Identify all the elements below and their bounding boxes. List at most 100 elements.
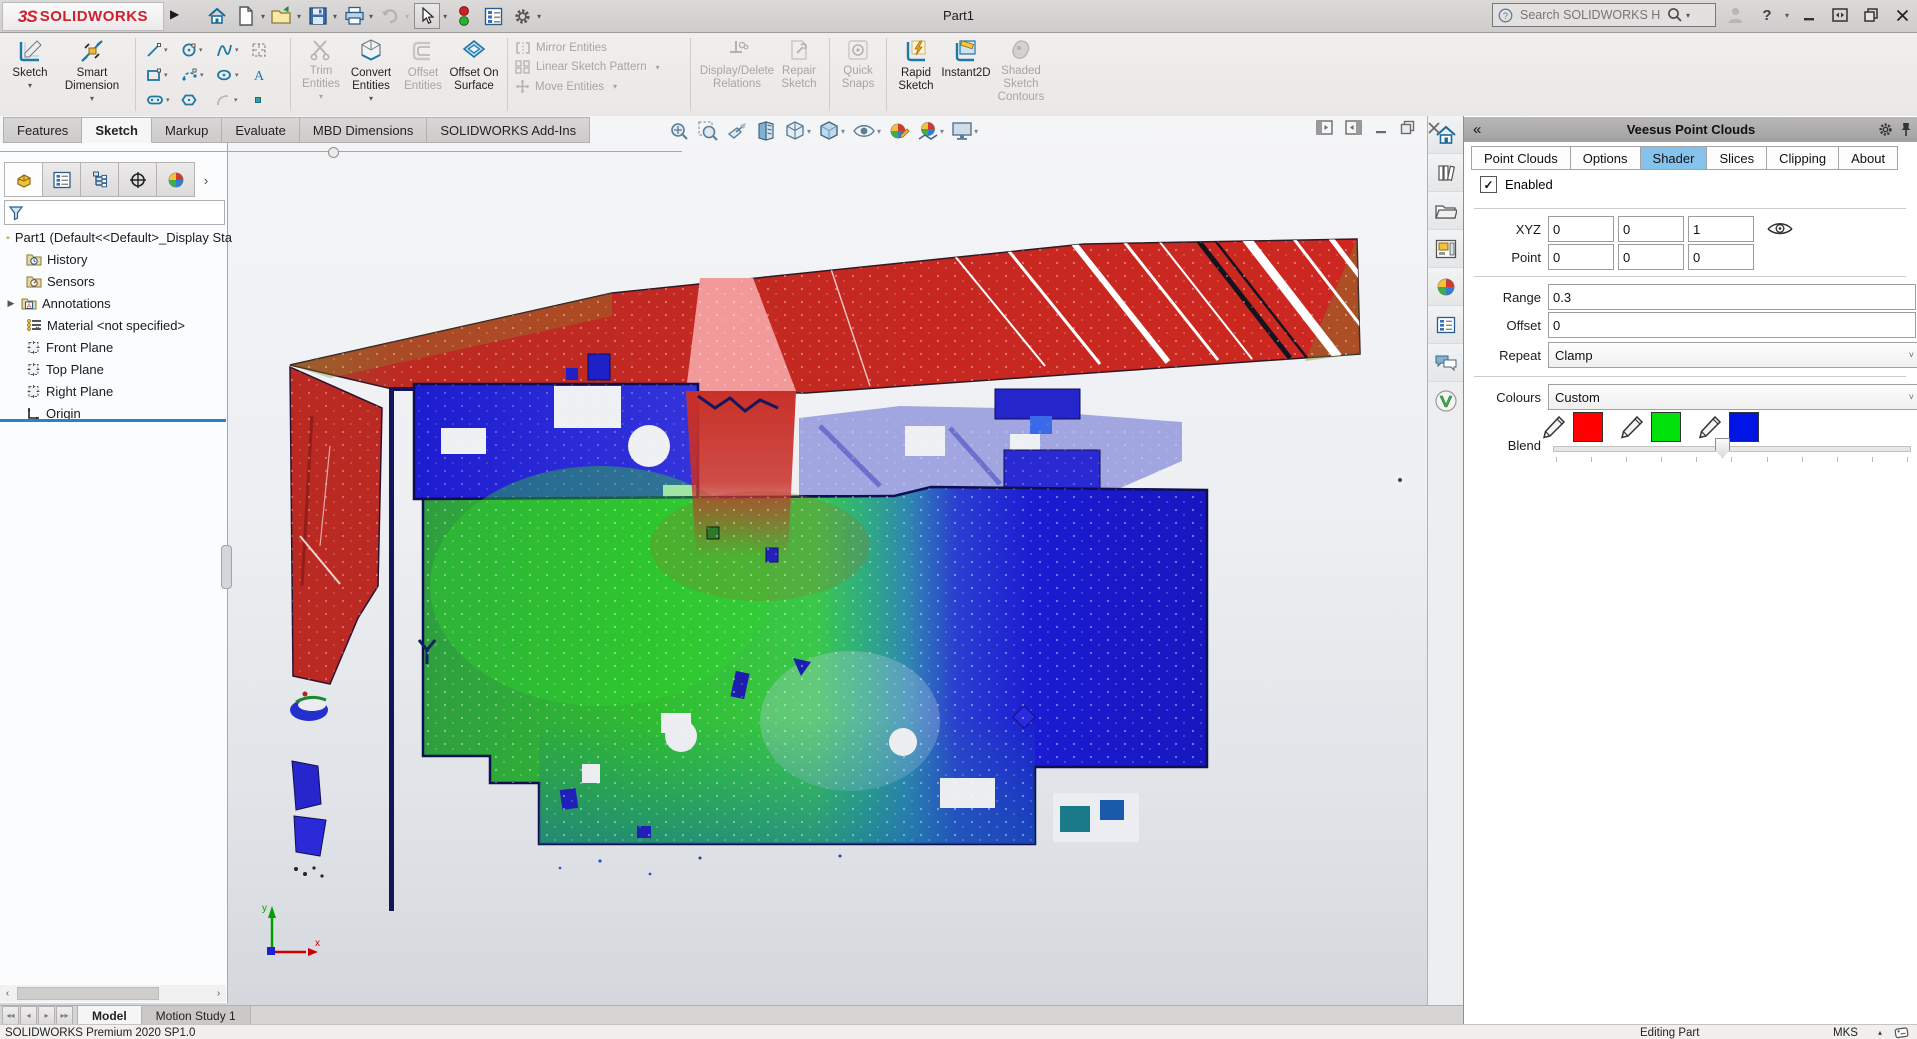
design-library-button[interactable]	[1428, 154, 1463, 192]
tab-features[interactable]: Features	[3, 117, 82, 143]
tree-item-sensors[interactable]: Sensors	[0, 270, 252, 292]
spline-caret[interactable]: ▾	[235, 46, 239, 54]
ribbon-convert-entities-button[interactable]: Convert Entities ▾	[344, 33, 398, 116]
custom-properties-button[interactable]	[1428, 306, 1463, 344]
tree-item-right-plane[interactable]: Right Plane	[0, 380, 252, 402]
text-tool[interactable]: A	[248, 62, 283, 87]
perimeter-circle-tool[interactable]: ▾	[178, 62, 213, 87]
smart-dimension-dropdown-caret[interactable]: ▾	[90, 95, 94, 104]
scroll-right-arrow-icon[interactable]: ›	[211, 988, 226, 999]
model-tab[interactable]: Model	[77, 1006, 142, 1025]
xyz-y-input[interactable]	[1618, 216, 1684, 242]
offset-input[interactable]	[1548, 312, 1916, 338]
scrollbar-thumb[interactable]	[17, 987, 159, 1000]
minimize-button[interactable]	[1798, 4, 1820, 26]
tree-tab-overflow-chevron[interactable]: ›	[195, 164, 217, 197]
span-displays-button[interactable]	[1829, 4, 1851, 26]
slot-caret[interactable]: ▾	[166, 96, 170, 104]
panel-tab-about[interactable]: About	[1839, 146, 1898, 170]
restore-document-icon[interactable]	[1400, 120, 1415, 135]
close-document-icon[interactable]	[1427, 121, 1441, 135]
convert-dropdown-caret[interactable]: ▾	[369, 95, 373, 104]
spline-tool[interactable]: ▾	[213, 37, 248, 62]
xyz-x-input[interactable]	[1548, 216, 1614, 242]
display-style-caret[interactable]: ▾	[841, 127, 845, 136]
panel-tab-slices[interactable]: Slices	[1707, 146, 1767, 170]
minimize-document-icon[interactable]	[1374, 121, 1388, 135]
tree-item-annotations[interactable]: ▶ A Annotations	[0, 292, 232, 314]
colour-swatch-green[interactable]	[1651, 412, 1681, 442]
point-z-input[interactable]	[1688, 244, 1754, 270]
rectangle-tool[interactable]: ▾	[143, 62, 178, 87]
trim-box-tool[interactable]	[248, 37, 283, 62]
xyz-z-input[interactable]	[1688, 216, 1754, 242]
tree-item-history[interactable]: History	[0, 248, 252, 270]
tree-filter-input[interactable]	[28, 205, 224, 221]
panel-tab-options[interactable]: Options	[1571, 146, 1641, 170]
annotations-expander-icon[interactable]: ▶	[6, 298, 16, 309]
panel-tab-point-clouds[interactable]: Point Clouds	[1471, 146, 1571, 170]
view-settings-button[interactable]: ▾	[951, 121, 978, 141]
edit-colour-pencil-icon[interactable]	[1541, 414, 1567, 440]
point-tool[interactable]	[248, 87, 283, 112]
fillet-tool[interactable]: ▾	[213, 87, 248, 112]
previous-view-button[interactable]	[726, 120, 748, 142]
displaymanager-tab[interactable]	[157, 162, 195, 197]
eye-icon[interactable]	[1766, 220, 1794, 238]
circle-tool[interactable]: ▾	[178, 37, 213, 62]
forum-button[interactable]	[1428, 344, 1463, 382]
zoom-to-fit-button[interactable]	[668, 120, 690, 142]
zoom-to-area-button[interactable]	[697, 120, 719, 142]
repeat-dropdown[interactable]: Clamp ˅	[1548, 342, 1917, 368]
dock-pane-left-icon[interactable]	[1316, 120, 1333, 135]
tree-filter[interactable]	[4, 200, 225, 225]
rectangle-caret[interactable]: ▾	[164, 71, 168, 79]
tree-root-part[interactable]: Part1 (Default<<Default>_Display Sta	[0, 226, 232, 248]
help-button[interactable]: ?	[1756, 4, 1778, 26]
featuremanager-tree-tab[interactable]	[4, 162, 43, 197]
polygon-tool[interactable]	[178, 87, 213, 112]
tab-mbd-dimensions[interactable]: MBD Dimensions	[300, 117, 427, 143]
tree-item-material[interactable]: Material <not specified>	[0, 314, 252, 336]
rollback-bar[interactable]	[0, 419, 226, 422]
circle-caret[interactable]: ▾	[199, 46, 203, 54]
edit-colour-pencil-icon[interactable]	[1697, 414, 1723, 440]
status-tag-icon[interactable]	[1894, 1026, 1909, 1039]
search-input[interactable]	[1518, 7, 1662, 23]
blend-slider-thumb[interactable]	[1715, 438, 1730, 458]
line-caret[interactable]: ▾	[164, 46, 168, 54]
view-orientation-caret[interactable]: ▾	[807, 127, 811, 136]
ribbon-smart-dimension-button[interactable]: Smart Dimension ▾	[56, 33, 128, 116]
ellipse-caret[interactable]: ▾	[235, 71, 239, 79]
point-y-input[interactable]	[1618, 244, 1684, 270]
first-tab-button[interactable]: ◂◂	[2, 1006, 19, 1025]
hide-show-items-button[interactable]: ▾	[852, 120, 881, 142]
ellipse-tool[interactable]: ▾	[213, 62, 248, 87]
hide-show-caret[interactable]: ▾	[877, 127, 881, 136]
search-box[interactable]: ? ▾	[1492, 3, 1716, 27]
point-x-input[interactable]	[1548, 244, 1614, 270]
ribbon-rapid-sketch-button[interactable]: Rapid Sketch	[894, 33, 938, 116]
tree-horizontal-scrollbar[interactable]: ‹ ›	[0, 985, 226, 1002]
scroll-left-arrow-icon[interactable]: ‹	[0, 988, 15, 999]
blend-slider-track[interactable]	[1553, 446, 1911, 452]
veesus-taskpane-button[interactable]	[1428, 382, 1463, 419]
splitter-grip-dot[interactable]	[328, 147, 339, 158]
file-explorer-button[interactable]	[1428, 192, 1463, 230]
colours-dropdown[interactable]: Custom ˅	[1548, 384, 1917, 410]
status-units[interactable]: MKS	[1833, 1027, 1858, 1039]
view-palette-button[interactable]	[1428, 230, 1463, 268]
dock-pane-right-icon[interactable]	[1345, 120, 1362, 135]
ribbon-offset-on-surface-button[interactable]: Offset On Surface	[448, 33, 500, 116]
next-tab-button[interactable]: ▸	[38, 1006, 55, 1025]
help-dropdown-caret[interactable]: ▾	[1785, 11, 1789, 20]
colour-swatch-blue[interactable]	[1729, 412, 1759, 442]
slot-tool[interactable]: ▾	[143, 87, 178, 112]
search-icon[interactable]	[1667, 7, 1683, 23]
edit-appearance-button[interactable]	[888, 120, 910, 142]
panel-tab-clipping[interactable]: Clipping	[1767, 146, 1839, 170]
line-tool[interactable]: ▾	[143, 37, 178, 62]
propertymanager-tab[interactable]	[43, 162, 81, 197]
tab-evaluate[interactable]: Evaluate	[222, 117, 300, 143]
collapse-panel-icon[interactable]: «	[1473, 121, 1481, 138]
